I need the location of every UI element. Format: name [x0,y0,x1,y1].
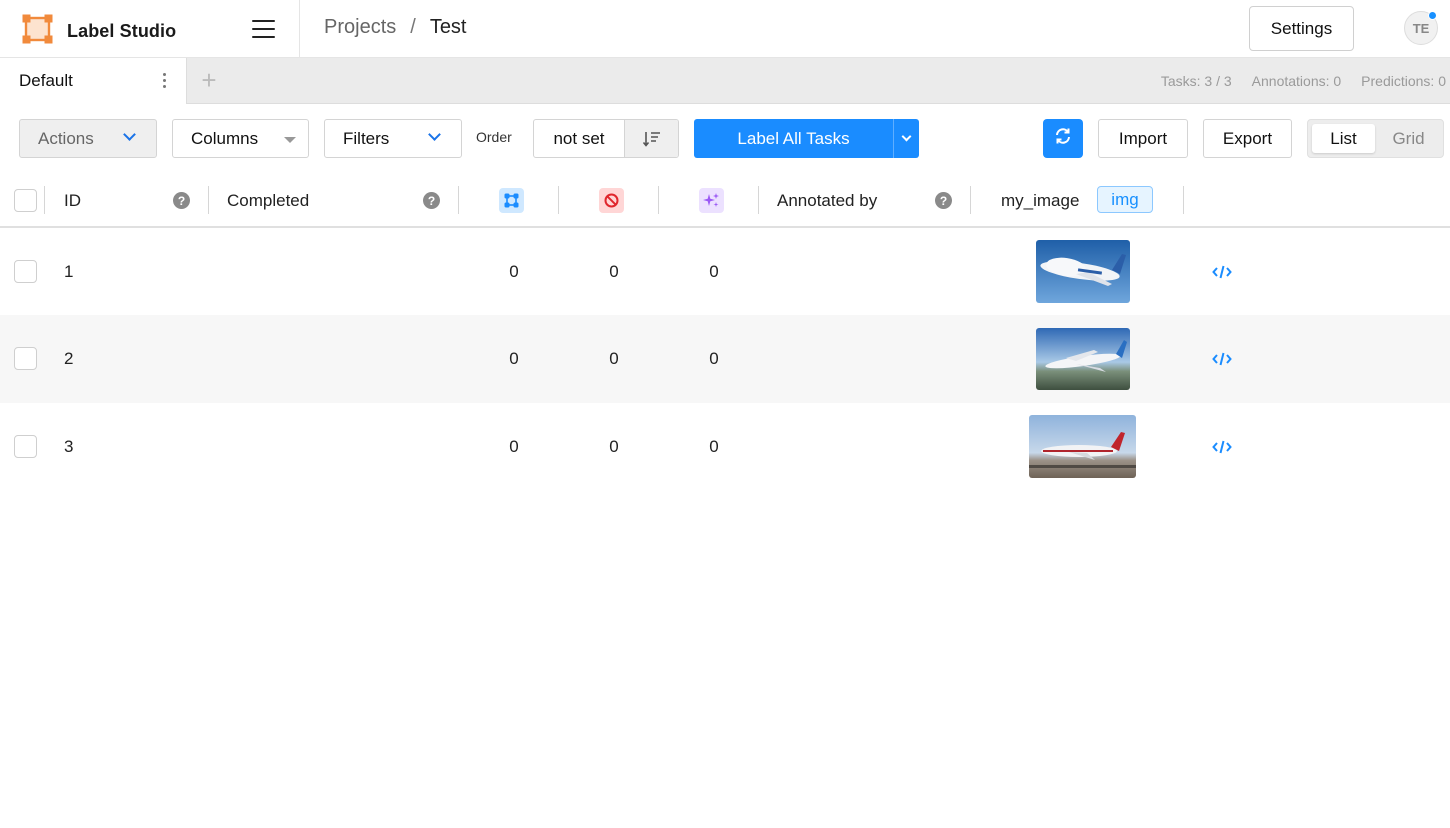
cell-annotations: 0 [509,349,519,368]
annotations-count: Annotations: 0 [1251,73,1342,89]
table-row[interactable]: 3 0 0 0 [0,402,1450,490]
view-tabs-bar: Default + Tasks: 3 / 3 Annotations: 0 Pr… [0,58,1450,104]
settings-button[interactable]: Settings [1249,6,1354,51]
image-thumbnail[interactable] [1036,240,1130,303]
column-divider [658,186,659,214]
task-stats: Tasks: 3 / 3 Annotations: 0 Predictions:… [1161,73,1446,89]
help-icon[interactable]: ? [423,192,440,209]
filters-label: Filters [343,128,390,148]
columns-label: Columns [191,128,259,148]
row-checkbox[interactable] [14,347,37,370]
cell-annotations: 0 [509,262,519,281]
breadcrumb-projects[interactable]: Projects [324,16,396,39]
column-divider [970,186,971,214]
chevron-down-icon [428,128,441,141]
predictions-icon[interactable] [699,188,724,213]
import-button[interactable]: Import [1098,119,1188,158]
help-icon[interactable]: ? [935,192,952,209]
hamburger-menu-icon[interactable] [246,14,280,44]
avatar-initials: TE [1412,20,1430,36]
add-tab-icon[interactable]: + [197,67,221,93]
columns-dropdown[interactable]: Columns [172,119,309,158]
tab-options-icon[interactable] [160,73,168,89]
notification-dot [1428,11,1437,20]
column-divider [1183,186,1184,214]
top-header: Label Studio Projects / Test Settings TE [0,0,1450,58]
view-toggle: List Grid [1307,119,1444,158]
order-select[interactable]: not set [534,120,625,157]
label-all-tasks-main[interactable]: Label All Tasks [694,129,893,149]
image-thumbnail[interactable] [1036,328,1130,390]
brand[interactable]: Label Studio [22,14,176,49]
breadcrumb: Projects / Test [324,16,467,39]
cell-predictions: 0 [709,349,719,368]
select-all-checkbox[interactable] [14,189,37,212]
predictions-count: Predictions: 0 [1361,73,1446,89]
cell-id: 1 [64,262,74,281]
tasks-count: Tasks: 3 / 3 [1160,73,1232,89]
header-divider [299,0,300,58]
cell-cancelled: 0 [609,349,619,368]
sort-direction-icon[interactable] [625,120,678,157]
refresh-button[interactable] [1043,119,1083,158]
tab-default[interactable]: Default [0,58,187,104]
actions-dropdown[interactable]: Actions [19,119,157,158]
row-checkbox[interactable] [14,260,37,283]
image-thumbnail[interactable] [1029,415,1136,478]
chevron-down-icon [123,128,136,141]
column-type-badge: img [1097,186,1153,213]
cell-predictions: 0 [709,437,719,456]
cell-annotations: 0 [509,437,519,456]
app-title: Label Studio [67,21,177,41]
cell-id: 2 [64,349,74,368]
refresh-icon [1054,127,1072,150]
tab-label: Default [19,71,73,90]
cell-id: 3 [64,437,74,456]
order-label: Order [476,129,512,145]
column-divider [44,186,45,214]
cell-cancelled: 0 [609,437,619,456]
total-annotations-icon[interactable] [499,188,524,213]
chevron-down-icon[interactable] [893,119,919,158]
actions-label: Actions [38,128,94,148]
row-checkbox[interactable] [14,435,37,458]
avatar[interactable]: TE [1404,11,1438,45]
view-list-button[interactable]: List [1312,124,1375,153]
column-header-my-image[interactable]: my_image [1001,191,1079,211]
label-all-tasks-button: Label All Tasks [694,119,919,158]
table-row[interactable]: 1 0 0 0 [0,228,1450,316]
code-icon[interactable] [1212,440,1232,454]
column-header-annotated-by[interactable]: Annotated by [777,191,877,211]
help-icon[interactable]: ? [173,192,190,209]
column-divider [558,186,559,214]
breadcrumb-separator: / [410,16,416,38]
order-control: not set [533,119,679,158]
label-studio-logo-icon [22,14,53,49]
column-header-completed[interactable]: Completed [227,191,309,211]
export-button[interactable]: Export [1203,119,1292,158]
cell-cancelled: 0 [609,262,619,281]
table-header: ID ? Completed ? Annotated by ? my_image… [0,172,1450,228]
cell-predictions: 0 [709,262,719,281]
breadcrumb-current: Test [429,16,467,38]
code-icon[interactable] [1212,265,1232,279]
column-divider [758,186,759,214]
caret-down-icon [284,137,296,143]
column-divider [458,186,459,214]
cancelled-annotations-icon[interactable] [599,188,624,213]
table-row[interactable]: 2 0 0 0 [0,315,1450,403]
filters-dropdown[interactable]: Filters [324,119,462,158]
code-icon[interactable] [1212,352,1232,366]
column-header-id[interactable]: ID [64,191,81,211]
view-grid-button[interactable]: Grid [1377,124,1440,153]
column-divider [208,186,209,214]
